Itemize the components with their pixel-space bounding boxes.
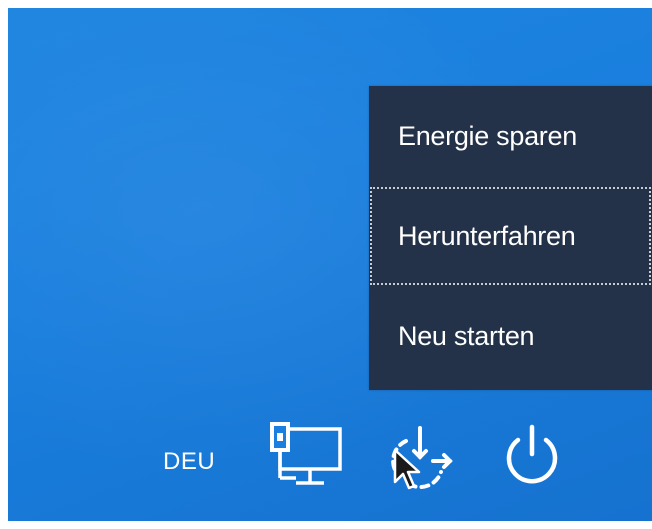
menu-item-label: Neu starten (398, 320, 535, 351)
input-language-indicator[interactable]: DEU (163, 448, 215, 476)
power-icon[interactable] (497, 420, 567, 490)
lock-screen: Energie sparen Herunterfahren Neu starte… (8, 8, 652, 521)
photo-frame: Energie sparen Herunterfahren Neu starte… (0, 0, 652, 529)
ease-of-access-icon[interactable] (381, 422, 461, 496)
menu-item-label: Herunterfahren (398, 220, 576, 251)
network-icon[interactable] (266, 422, 352, 492)
menu-item-shut-down[interactable]: Herunterfahren (369, 186, 652, 286)
power-options-menu: Energie sparen Herunterfahren Neu starte… (369, 86, 652, 390)
menu-item-sleep[interactable]: Energie sparen (369, 86, 652, 186)
menu-item-restart[interactable]: Neu starten (369, 286, 652, 386)
menu-item-label: Energie sparen (398, 120, 577, 151)
